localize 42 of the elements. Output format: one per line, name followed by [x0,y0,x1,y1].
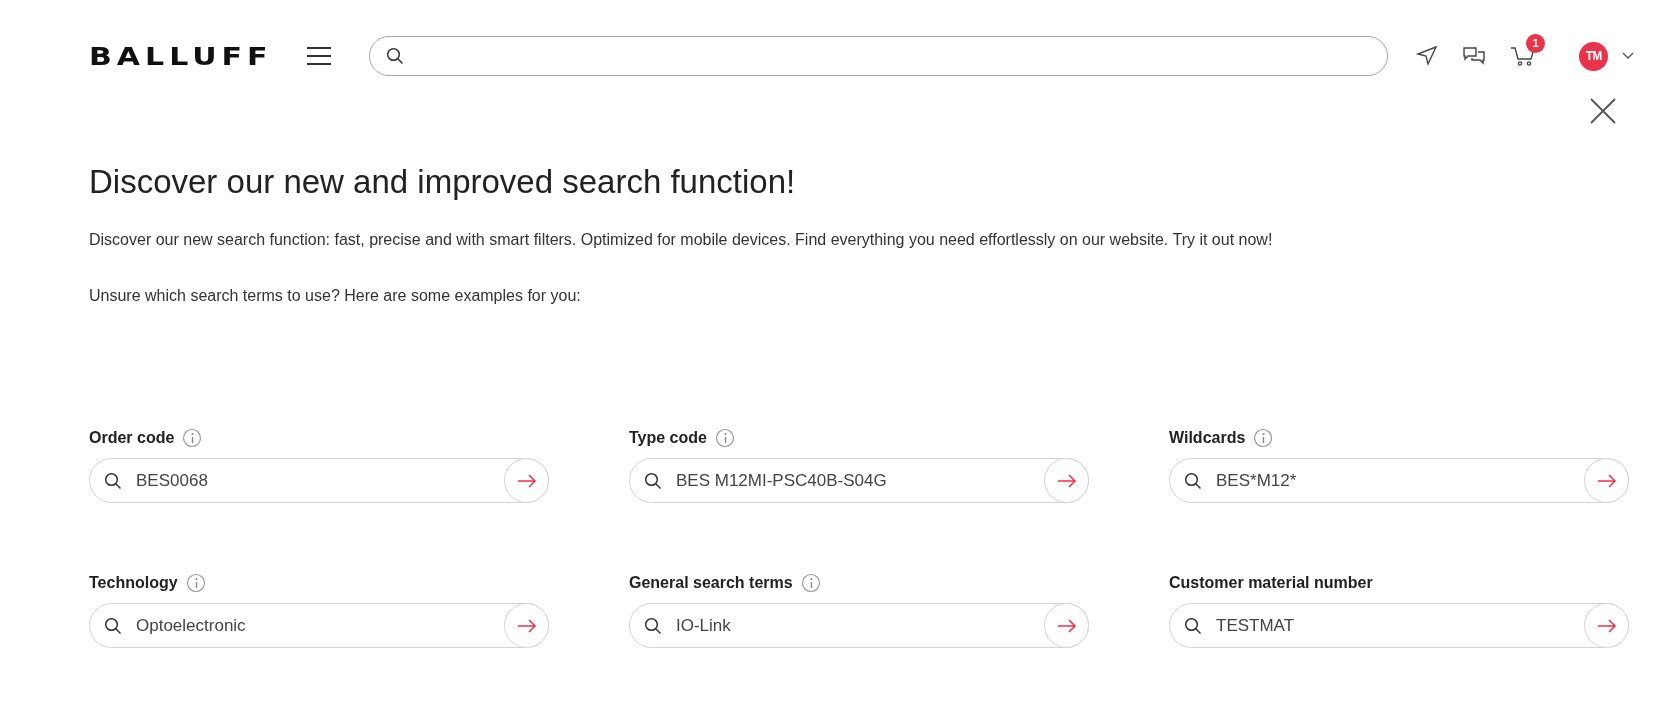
search-input[interactable]: TESTMAT [1214,614,1572,637]
search-input[interactable]: IO-Link [674,614,1032,637]
user-avatar[interactable]: TM [1579,41,1608,71]
arrow-right-icon[interactable] [1584,603,1629,648]
cart-count-badge: 1 [1526,33,1545,53]
field-label: Technology [89,574,178,592]
search-icon [644,471,662,490]
close-icon[interactable] [1589,97,1617,125]
field-label: Wildcards [1169,429,1246,447]
chevron-down-icon[interactable] [1622,52,1634,60]
search-icon [386,47,404,65]
logo[interactable]: BALLUFF [89,42,285,70]
send-icon[interactable] [1416,45,1438,67]
field-label: Order code [89,429,175,447]
arrow-right-icon[interactable] [504,603,549,648]
field-label: Type code [629,429,707,447]
search-icon [104,616,122,635]
search-icon [104,471,122,490]
field-label: General search terms [629,574,793,592]
arrow-right-icon[interactable] [1584,458,1629,503]
info-icon[interactable] [185,573,206,593]
arrow-right-icon[interactable] [1044,603,1089,648]
search-icon [1184,616,1202,635]
field-label: Customer material number [1169,574,1373,592]
intro-text: Discover our new search function: fast, precise and with smart filters. Optimized for mobile devices. Find everything you need effortlessly on our website. Try it out now! [89,231,1274,249]
search-icon [644,616,662,635]
search-icon [1184,471,1202,490]
dialog-title: Discover our new and improved search function! [89,163,797,201]
search-input[interactable]: BES*M12* [1214,469,1572,492]
search-input[interactable]: Optoelectronic [134,614,492,637]
prompt-text: Unsure which search terms to use? Here are some examples for you: [89,287,582,305]
chat-icon[interactable] [1462,45,1486,67]
arrow-right-icon[interactable] [504,458,549,503]
info-icon[interactable] [1253,428,1274,448]
menu-button[interactable] [305,45,333,67]
info-icon[interactable] [714,428,735,448]
cart-icon[interactable] [1510,45,1536,67]
arrow-right-icon[interactable] [1044,458,1089,503]
info-icon[interactable] [800,573,821,593]
info-icon[interactable] [182,428,203,448]
search-input[interactable]: BES0068 [134,469,492,492]
search-input[interactable]: BES M12MI-PSC40B-S04G [674,469,1032,492]
